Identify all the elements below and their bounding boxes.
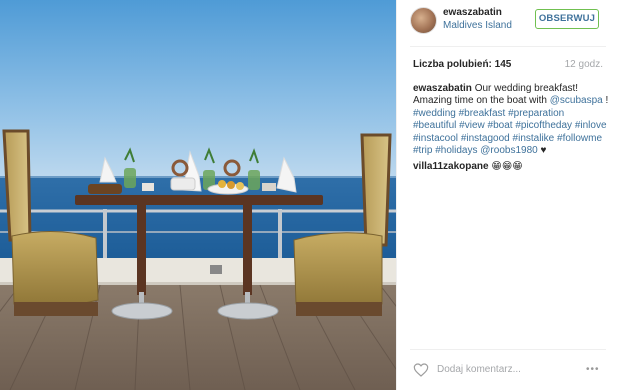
- caption-heart: ♥: [540, 145, 547, 157]
- likes-count[interactable]: Liczba polubień: 145: [413, 59, 511, 70]
- hashtag-link[interactable]: #inlove: [575, 120, 607, 131]
- heart-icon[interactable]: [413, 362, 429, 378]
- comment-text: 😁😁😁: [488, 161, 523, 172]
- hashtag-link[interactable]: #trip: [413, 145, 432, 156]
- hashtag-link[interactable]: #breakfast: [459, 108, 506, 119]
- avatar[interactable]: [410, 7, 437, 34]
- comment-item: villa11zakopane 😁😁😁: [413, 161, 523, 172]
- hashtag-link[interactable]: #followme: [557, 133, 602, 144]
- caption-mention[interactable]: @scubaspa: [550, 95, 603, 106]
- hashtag-list: #wedding #breakfast #preparation #beauti…: [413, 108, 607, 156]
- hashtag-link[interactable]: #boat: [488, 120, 513, 131]
- author-username[interactable]: ewaszabatin: [443, 7, 502, 18]
- hashtag-link[interactable]: #instacool: [413, 133, 458, 144]
- hashtag-link[interactable]: #preparation: [508, 108, 564, 119]
- caption-text-end: !: [602, 95, 609, 107]
- comment-username[interactable]: villa11zakopane: [413, 161, 489, 172]
- caption-username[interactable]: ewaszabatin: [413, 83, 472, 94]
- hashtag-link[interactable]: #view: [459, 120, 485, 131]
- hashtag-link[interactable]: #holidays: [435, 145, 477, 156]
- follow-button[interactable]: OBSERWUJ: [535, 9, 599, 29]
- add-comment-input[interactable]: Dodaj komentarz...: [437, 364, 521, 375]
- hashtag-link[interactable]: #instalike: [513, 133, 555, 144]
- post-photo[interactable]: [0, 0, 396, 390]
- hashtag-link[interactable]: @roobs1980: [480, 145, 537, 156]
- hashtag-link[interactable]: #beautiful: [413, 120, 456, 131]
- instagram-post: ewaszabatin Maldives Island OBSERWUJ Lic…: [0, 0, 619, 390]
- post-caption: ewaszabatin Our wedding breakfast! Amazi…: [413, 83, 609, 157]
- footer-divider: [410, 349, 606, 350]
- hashtag-link[interactable]: #instagood: [461, 133, 510, 144]
- hashtag-link[interactable]: #picoftheday: [515, 120, 572, 131]
- post-location[interactable]: Maldives Island: [443, 20, 512, 31]
- hashtag-link[interactable]: #wedding: [413, 108, 456, 119]
- header-divider: [410, 46, 606, 47]
- more-options-icon[interactable]: •••: [586, 364, 600, 375]
- breakfast-on-boat-image: [0, 0, 396, 390]
- post-time[interactable]: 12 godz.: [565, 59, 603, 70]
- post-sidebar: ewaszabatin Maldives Island OBSERWUJ Lic…: [396, 0, 619, 390]
- post-header: ewaszabatin Maldives Island OBSERWUJ: [397, 0, 619, 46]
